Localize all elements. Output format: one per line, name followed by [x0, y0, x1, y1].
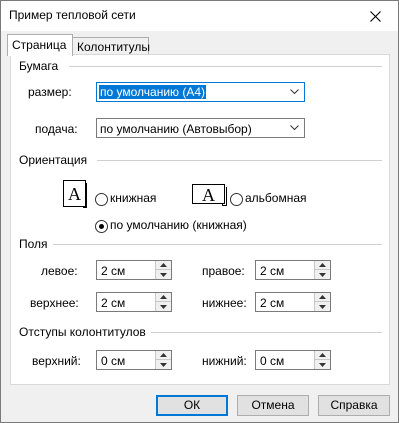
paper-size-label: размер: — [28, 85, 72, 99]
paper-separator — [69, 66, 382, 67]
orientation-portrait-radio[interactable] — [95, 193, 108, 206]
cancel-button[interactable]: Отмена — [237, 395, 309, 416]
close-button[interactable] — [352, 1, 398, 31]
margin-left-spinner[interactable]: 2 см — [96, 260, 172, 280]
spin-down-button[interactable] — [156, 302, 171, 311]
spin-up-button[interactable] — [156, 293, 171, 302]
spin-up-button[interactable] — [156, 351, 171, 360]
paper-source-label: подача: — [35, 122, 78, 136]
caret-down-icon — [160, 272, 167, 277]
tab-headers-footers[interactable]: Колонтитулы — [72, 37, 150, 55]
caret-down-icon — [319, 272, 326, 277]
header-margins-section-label: Отступы колонтитулов — [19, 325, 146, 339]
spin-up-button[interactable] — [315, 293, 330, 302]
orientation-section-label: Ориентация — [19, 153, 88, 167]
radio-selected-dot — [99, 224, 104, 229]
spin-up-button[interactable] — [315, 261, 330, 270]
page-setup-dialog: Пример тепловой сети Страница Колонтитул… — [0, 0, 399, 423]
margins-section-label: Поля — [19, 237, 48, 251]
caret-up-icon — [319, 263, 326, 267]
caret-up-icon — [160, 263, 167, 267]
spin-buttons — [155, 351, 171, 369]
spin-up-button[interactable] — [315, 351, 330, 360]
spin-buttons — [155, 293, 171, 311]
paper-size-value: по умолчанию (A4) — [99, 85, 207, 99]
orientation-default-label: по умолчанию (книжная) — [110, 218, 247, 232]
header-top-value: 0 см — [101, 354, 126, 368]
close-icon — [369, 10, 381, 22]
portrait-icon-letter: A — [68, 184, 81, 204]
spin-up-button[interactable] — [156, 261, 171, 270]
spin-down-button[interactable] — [315, 302, 330, 311]
margin-left-value: 2 см — [101, 264, 126, 278]
margin-bottom-value: 2 см — [260, 296, 285, 310]
margin-bottom-label: нижнее: — [202, 296, 247, 310]
landscape-page-icon: A — [192, 184, 227, 206]
margin-right-label: правое: — [202, 264, 245, 278]
ok-button[interactable]: ОК — [156, 395, 228, 416]
orientation-default-radio[interactable] — [95, 220, 108, 233]
margin-right-spinner[interactable]: 2 см — [255, 260, 331, 280]
margin-left-label: левое: — [41, 264, 78, 278]
margin-right-value: 2 см — [260, 264, 285, 278]
header-top-label: верхний: — [32, 354, 81, 368]
landscape-icon-letter: A — [202, 185, 215, 205]
caret-up-icon — [160, 295, 167, 299]
orientation-landscape-radio[interactable] — [230, 193, 243, 206]
spin-buttons — [314, 293, 330, 311]
margin-top-label: верхнее: — [30, 296, 79, 310]
header-bottom-spinner[interactable]: 0 см — [255, 350, 331, 370]
title-bar: Пример тепловой сети — [1, 1, 398, 31]
paper-section-label: Бумага — [19, 59, 59, 73]
help-button[interactable]: Справка — [318, 395, 390, 416]
caret-up-icon — [160, 353, 167, 357]
caret-down-icon — [319, 304, 326, 309]
spin-buttons — [155, 261, 171, 279]
portrait-page-icon: A — [63, 180, 87, 208]
spin-down-button[interactable] — [315, 360, 330, 369]
spin-down-button[interactable] — [315, 270, 330, 279]
paper-source-select[interactable]: по умолчанию (Автовыбор) — [96, 118, 305, 138]
paper-source-value: по умолчанию (Автовыбор) — [100, 122, 252, 136]
caret-down-icon — [160, 362, 167, 367]
margin-bottom-spinner[interactable]: 2 см — [255, 292, 331, 312]
margin-top-value: 2 см — [101, 296, 126, 310]
header-bottom-value: 0 см — [260, 354, 285, 368]
caret-up-icon — [319, 353, 326, 357]
orientation-landscape-label: альбомная — [245, 191, 307, 205]
paper-size-select[interactable]: по умолчанию (A4) — [96, 82, 305, 102]
spin-buttons — [314, 261, 330, 279]
header-top-spinner[interactable]: 0 см — [96, 350, 172, 370]
spin-down-button[interactable] — [156, 270, 171, 279]
window-title: Пример тепловой сети — [9, 8, 136, 22]
header-margins-separator — [151, 332, 382, 333]
spin-down-button[interactable] — [156, 360, 171, 369]
spin-buttons — [314, 351, 330, 369]
caret-down-icon — [319, 362, 326, 367]
orientation-portrait-label: книжная — [110, 191, 157, 205]
tab-page[interactable]: Страница — [7, 34, 73, 56]
orientation-separator — [97, 160, 382, 161]
caret-up-icon — [319, 295, 326, 299]
chevron-down-icon — [290, 89, 299, 95]
margins-separator — [53, 244, 382, 245]
margin-top-spinner[interactable]: 2 см — [96, 292, 172, 312]
chevron-down-icon — [290, 125, 299, 131]
header-bottom-label: нижний: — [202, 354, 247, 368]
page-tab-panel: Бумага размер: по умолчанию (A4) подача:… — [10, 54, 390, 385]
caret-down-icon — [160, 304, 167, 309]
